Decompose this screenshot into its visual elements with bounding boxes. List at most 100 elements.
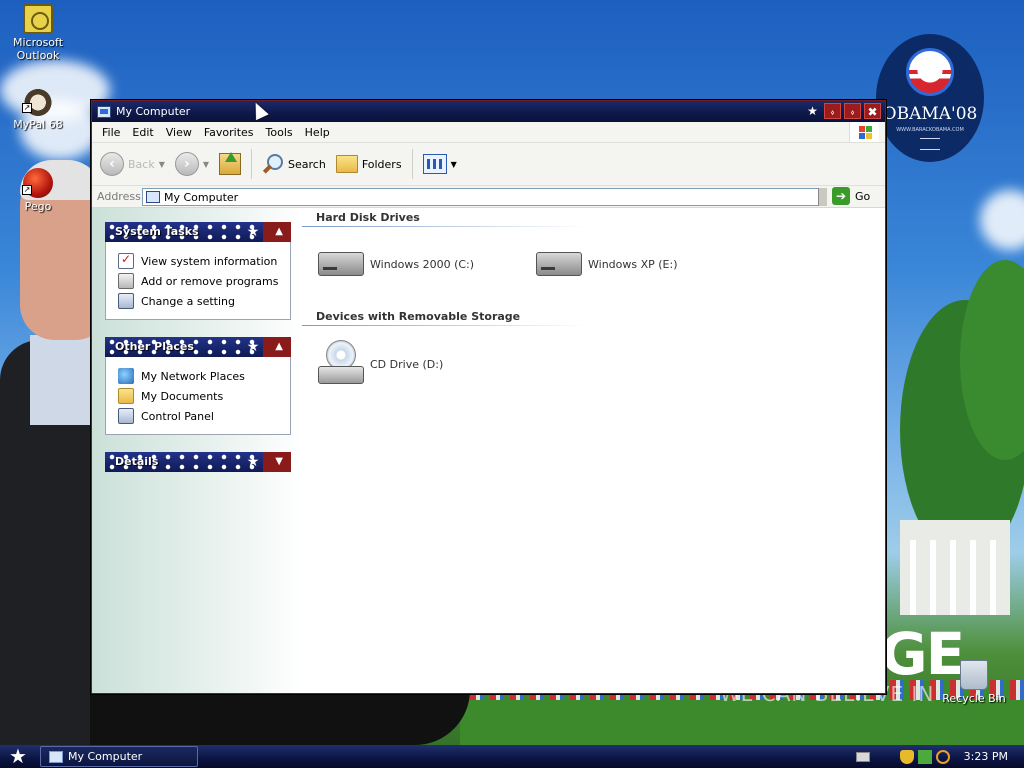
address-label: Address [97,190,141,203]
views-button[interactable]: ▼ [422,154,457,174]
views-icon [422,154,447,174]
drive-c[interactable]: Windows 2000 (C:) [318,252,474,276]
panel-title: System Tasks [115,225,199,238]
menu-file[interactable]: File [96,126,126,139]
chevron-up-icon[interactable]: ▲ [275,337,283,357]
chevron-down-icon[interactable]: ▼ [275,452,283,472]
computer-icon [49,750,63,763]
drive-d[interactable]: CD Drive (D:) [318,340,443,388]
panel-header[interactable]: Details ★ ▼ [105,452,291,472]
back-arrow-icon: ‹ [100,152,124,176]
search-button[interactable]: Search [262,153,326,175]
menu-bar: File Edit View Favorites Tools Help [92,122,885,143]
folders-label: Folders [361,157,402,171]
address-dropdown-button[interactable] [818,188,827,206]
star-icon: ★ [807,104,818,118]
taskbar: ★ My Computer 3:23 PM [0,745,1024,768]
section-title-hard-disk-drives: Hard Disk Drives [316,211,420,224]
star-icon: ★ [246,454,260,470]
place-control-panel[interactable]: Control Panel [118,406,290,426]
task-add-remove-programs[interactable]: Add or remove programs [118,271,290,291]
desktop-icon-recycle-bin[interactable]: Recycle Bin [936,660,1012,705]
section-divider [302,325,587,326]
network-places-icon [118,368,134,384]
clock[interactable]: 3:23 PM [964,750,1008,763]
address-bar: Address My Computer ➔ Go [92,186,885,208]
place-label: Control Panel [141,409,214,423]
search-label: Search [288,157,326,171]
folders-button[interactable]: Folders [335,155,402,173]
go-button[interactable]: ➔ Go [832,187,870,205]
my-computer-window[interactable]: My Computer ★ ⬫ ⬫ ✖ File Edit View Favor… [91,100,886,694]
minimize-button[interactable]: ⬫ [824,103,841,119]
window-title: My Computer [116,105,191,118]
computer-icon [146,191,160,203]
start-button[interactable]: ★ [0,745,36,768]
desktop-icon-pego[interactable]: ↗ Pego [0,168,76,213]
forward-button[interactable]: › ▼ [174,152,209,176]
panel-title: Details [115,455,159,468]
toolbar: ‹ Back ▼ › ▼ Search Folders ▼ [92,143,885,186]
chevron-down-icon[interactable]: ▼ [159,160,165,169]
place-my-documents[interactable]: My Documents [118,386,290,406]
back-button[interactable]: ‹ Back ▼ [100,152,165,176]
chevron-down-icon: ▼ [450,159,457,169]
toolbar-divider [411,149,413,179]
back-label: Back [128,157,155,171]
toolbar-divider [251,149,253,179]
recycle-bin-icon [960,660,988,690]
menu-view[interactable]: View [160,126,198,139]
section-title-removable-storage: Devices with Removable Storage [316,310,521,323]
panel-header[interactable]: Other Places ★ ▲ [105,337,291,357]
windows-logo-icon [849,122,879,142]
forward-arrow-icon: › [174,152,199,176]
taskbar-button-label: My Computer [68,750,143,763]
system-tray: 3:23 PM [855,745,1024,768]
task-change-setting[interactable]: Change a setting [118,291,290,311]
wallpaper-shadow [90,690,470,745]
drive-label: CD Drive (D:) [370,357,444,371]
shield-icon[interactable] [899,749,914,764]
panel-title: Other Places [115,340,194,353]
logo-stripes [920,138,940,150]
obama-logo: OBAMA'08 WWW.BARACKOBAMA.COM [876,34,984,162]
chevron-down-icon[interactable]: ▼ [203,160,209,169]
address-value: My Computer [164,190,239,204]
title-bar[interactable]: My Computer ★ ⬫ ⬫ ✖ [92,101,885,122]
keyboard-icon[interactable] [855,751,870,762]
search-icon[interactable] [935,749,950,764]
cd-drive-icon [318,340,364,388]
menu-help[interactable]: Help [299,126,336,139]
desktop-icon-outlook[interactable]: Microsoft Outlook [0,4,76,62]
place-my-network-places[interactable]: My Network Places [118,366,290,386]
add-remove-programs-icon [118,273,134,289]
place-label: My Documents [141,389,224,403]
close-button[interactable]: ✖ [864,103,881,119]
system-info-icon [118,252,134,269]
taskbar-button-my-computer[interactable]: My Computer [40,746,198,767]
menu-tools[interactable]: Tools [260,126,299,139]
address-input[interactable]: My Computer [142,188,827,206]
shortcut-arrow-icon: ↗ [22,185,32,195]
up-button[interactable] [219,152,242,175]
panel-header[interactable]: System Tasks ★ ▲ [105,222,291,242]
computer-icon [97,105,111,118]
drive-e[interactable]: Windows XP (E:) [536,252,678,276]
task-view-system-information[interactable]: View system information [118,251,290,271]
rising-sun-icon [906,48,954,96]
menu-favorites[interactable]: Favorites [198,126,260,139]
desktop-icon-mypal[interactable]: ↗ MyPal 68 [0,86,76,131]
place-label: My Network Places [141,369,245,383]
drive-label: Windows XP (E:) [588,257,678,271]
task-label: View system information [141,254,278,268]
chevron-up-icon[interactable]: ▲ [275,222,283,242]
hard-drive-icon [318,252,364,276]
menu-edit[interactable]: Edit [126,126,159,139]
network-icon[interactable] [917,749,932,764]
desktop-icon-label: Recycle Bin [942,692,1006,705]
logo-subtext: WWW.BARACKOBAMA.COM [896,127,964,133]
content-area: System Tasks ★ ▲ View system information… [92,208,885,693]
my-documents-icon [118,388,134,404]
maximize-button[interactable]: ⬫ [844,103,861,119]
folder-icon [335,155,358,173]
